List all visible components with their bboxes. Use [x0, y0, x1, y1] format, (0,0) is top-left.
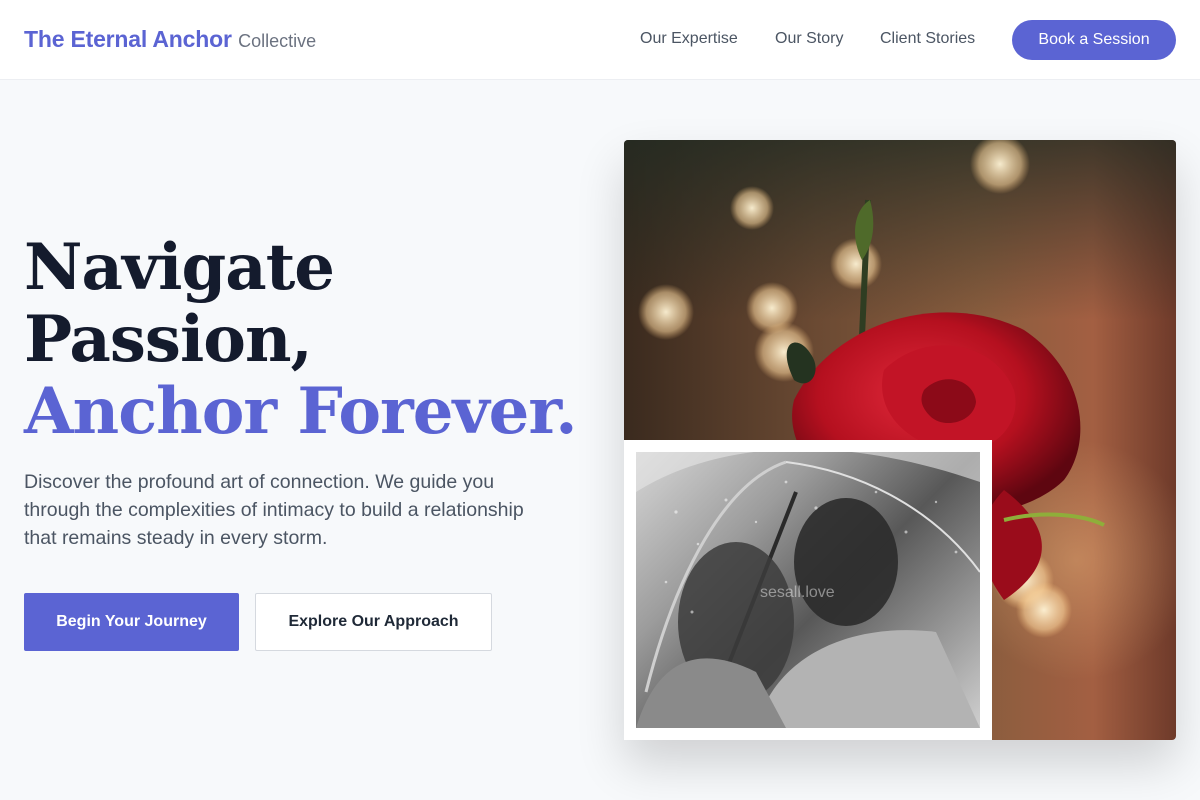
image-watermark: sesall.love	[760, 584, 835, 601]
headline-line-2: Passion,	[24, 302, 313, 377]
hero-lead-text: Discover the profound art of connection.…	[24, 471, 524, 549]
brand-logo[interactable]: The Eternal Anchor Collective	[24, 26, 316, 53]
brand-name: The Eternal Anchor	[24, 26, 232, 52]
headline-accent: Anchor Forever.	[24, 374, 577, 449]
nav-link-client-stories[interactable]: Client Stories	[880, 30, 975, 48]
headline-line-1: Navigate	[24, 230, 335, 305]
explore-approach-button[interactable]: Explore Our Approach	[255, 593, 492, 651]
hero-headline: Navigate Passion, Anchor Forever.	[24, 230, 577, 449]
nav-link-our-expertise[interactable]: Our Expertise	[640, 30, 738, 48]
book-session-button[interactable]: Book a Session	[1012, 20, 1176, 60]
nav-link-our-story[interactable]: Our Story	[775, 30, 843, 48]
begin-journey-button[interactable]: Begin Your Journey	[24, 593, 239, 651]
brand-suffix: Collective	[238, 31, 317, 51]
site-header: The Eternal Anchor Collective Our Expert…	[0, 0, 1200, 80]
